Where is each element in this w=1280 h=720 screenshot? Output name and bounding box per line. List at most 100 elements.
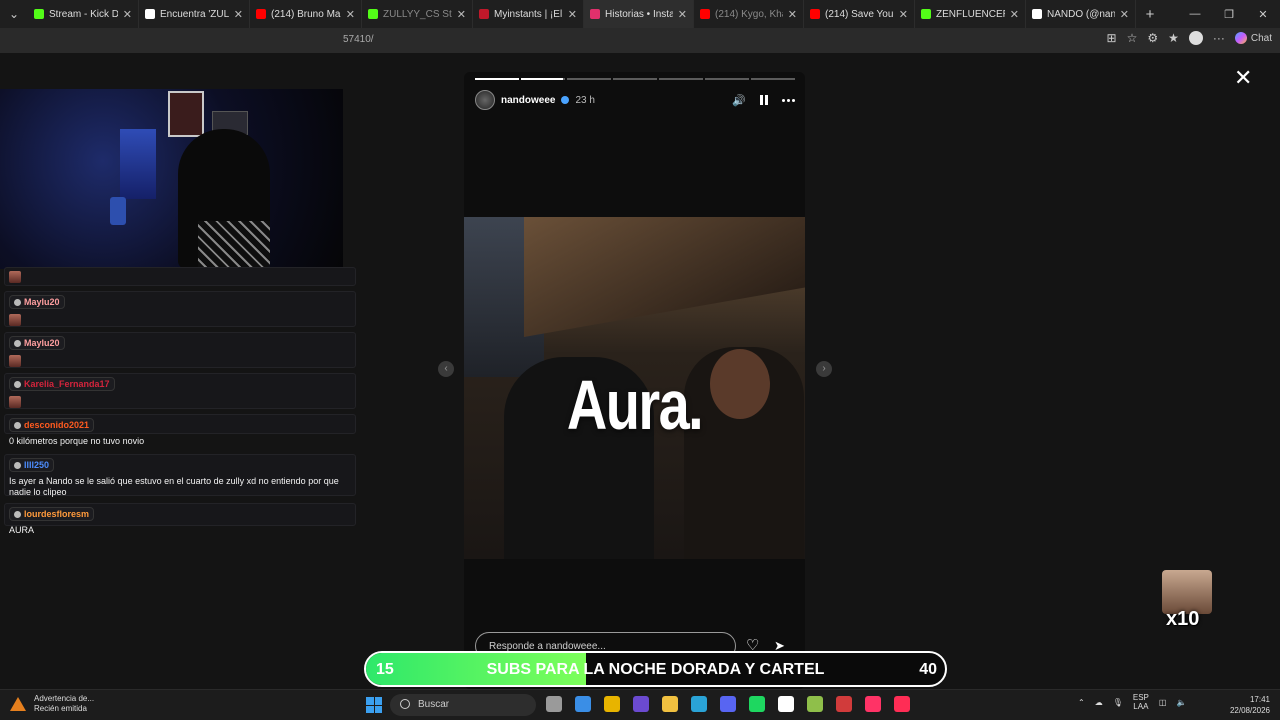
taskbar-clock[interactable]: 17:41 22/08/2026 [1230, 694, 1270, 716]
tab-close-icon[interactable]: ✕ [678, 8, 687, 21]
tab-close-icon[interactable]: ✕ [899, 8, 908, 21]
verified-badge-icon [561, 96, 570, 104]
tab-title: NANDO (@nandow [1047, 8, 1115, 20]
wifi-icon[interactable]: ◫ [1159, 698, 1167, 707]
chat-emote-icon [9, 354, 21, 367]
chat-username-text: Maylu20 [24, 338, 60, 348]
tab-close-icon[interactable]: ✕ [568, 8, 577, 21]
favorites-icon[interactable]: ★ [1168, 31, 1179, 45]
search-placeholder: Buscar [418, 699, 450, 710]
tab-favicon-icon [700, 9, 710, 19]
apps-icon[interactable]: ⊞ [1107, 31, 1117, 45]
browser-tab[interactable]: Encuentra 'ZULLY Y ✕ [139, 0, 250, 28]
story-progress-segment [659, 78, 703, 80]
webcam-monitor [120, 129, 156, 199]
speaker-icon[interactable]: 🔈 [1176, 698, 1186, 707]
taskbar-app-icon[interactable] [894, 696, 910, 712]
browser-tab[interactable]: Myinstants | ¡El sitio ✕ [473, 0, 584, 28]
tab-favicon-icon [368, 9, 378, 19]
story-time: 23 h [575, 94, 595, 106]
tab-close-icon[interactable]: ✕ [1010, 8, 1019, 21]
clock-time: 17:41 [1249, 695, 1270, 704]
story-viewer: nandoweee 23 h 🔊 Aura. Responde a nandow… [464, 72, 805, 689]
more-icon[interactable]: ··· [1213, 31, 1225, 45]
browser-tab[interactable]: ZENFLUENCER Strea ✕ [915, 0, 1026, 28]
chat-message-text: AURA [9, 524, 35, 535]
taskbar-app-icon[interactable] [691, 696, 707, 712]
story-controls: 🔊 [732, 94, 795, 107]
chat-badge-icon [14, 339, 21, 347]
keyboard-layout: LAA [1133, 702, 1149, 711]
chat-username[interactable]: lourdesfloresm [9, 507, 95, 521]
taskbar-search[interactable]: Buscar [390, 694, 536, 716]
browser-tab[interactable]: (214) Kygo, Khalid & ✕ [694, 0, 804, 28]
chat-username[interactable]: desconido2021 [9, 418, 95, 432]
volume-icon[interactable]: 🔊 [732, 94, 746, 107]
new-tab-button[interactable]: + [1136, 6, 1164, 23]
taskbar-app-icon[interactable] [749, 696, 765, 712]
system-tray: ⌃ ☁ 🎙 ESP LAA ◫ 🔈 [1078, 693, 1186, 711]
pause-icon[interactable] [760, 95, 768, 105]
microphone-icon[interactable]: 🎙 [1113, 698, 1123, 707]
copilot-chat-button[interactable]: Chat [1234, 32, 1272, 44]
taskbar-app-icon[interactable] [662, 696, 678, 712]
chat-username-text: desconido2021 [24, 420, 90, 430]
taskbar-app-icon[interactable] [836, 696, 852, 712]
emote-multiplier: x10 [1166, 608, 1200, 630]
chat-message [4, 267, 356, 286]
windows-start-icon[interactable] [366, 697, 382, 713]
story-author-avatar[interactable] [475, 90, 495, 110]
chat-badge-icon [14, 510, 21, 518]
taskbar-app-icon[interactable] [865, 696, 881, 712]
taskbar-notification[interactable]: Advertencia de... Recién emitida [10, 694, 94, 714]
chat-username[interactable]: Karelia_Fernanda17 [9, 377, 115, 391]
browser-tab[interactable]: NANDO (@nandow ✕ [1026, 0, 1136, 28]
tab-close-icon[interactable]: ✕ [123, 8, 132, 21]
browser-tab[interactable]: (214) Save Your Tear ✕ [804, 0, 915, 28]
taskbar-app-icon[interactable] [575, 696, 591, 712]
tab-close-icon[interactable]: ✕ [457, 8, 466, 21]
tray-chevron-icon[interactable]: ⌃ [1078, 698, 1085, 707]
chat-username[interactable]: llll250 [9, 458, 55, 472]
chat-message: lourdesfloresm AURA [4, 503, 356, 535]
browser-tab[interactable]: (214) Bruno Mars - ✕ [250, 0, 362, 28]
favorite-star-icon[interactable]: ☆ [1127, 31, 1138, 45]
story-username[interactable]: nandoweee [501, 95, 555, 106]
taskbar-app-icon[interactable] [546, 696, 562, 712]
story-options-icon[interactable] [782, 98, 795, 102]
chat-username[interactable]: Maylu20 [9, 295, 65, 309]
taskbar-app-icon[interactable] [778, 696, 794, 712]
language-indicator[interactable]: ESP LAA [1133, 693, 1149, 711]
chat-username-text: lourdesfloresm [24, 509, 90, 519]
extension-icon[interactable]: ⚙ [1147, 31, 1158, 45]
next-story-icon[interactable]: › [816, 361, 832, 377]
tab-actions-menu-icon[interactable]: ⌄ [0, 0, 28, 28]
tab-close-icon[interactable]: ✕ [1120, 8, 1129, 21]
chat-badge-icon [14, 461, 21, 469]
chat-label: Chat [1250, 32, 1272, 44]
subs-goal-bar: 15 SUBS PARA LA NOCHE DORADA Y CARTEL 40 [364, 651, 947, 687]
minimize-icon[interactable]: — [1178, 8, 1212, 21]
profile-avatar[interactable] [1188, 31, 1203, 45]
tab-close-icon[interactable]: ✕ [234, 8, 243, 21]
tab-close-icon[interactable]: ✕ [346, 8, 355, 21]
close-story-icon[interactable]: ✕ [1234, 67, 1252, 89]
taskbar-app-icon[interactable] [807, 696, 823, 712]
close-window-icon[interactable]: ✕ [1246, 8, 1280, 21]
browser-tab[interactable]: Historias • Insta ✕ [584, 0, 694, 28]
chat-username[interactable]: Maylu20 [9, 336, 65, 350]
tab-favicon-icon [256, 9, 266, 19]
chat-message: Maylu20 [4, 291, 356, 327]
network-icon[interactable]: ☁ [1095, 698, 1103, 707]
taskbar-app-icon[interactable] [633, 696, 649, 712]
browser-tab[interactable]: ZULLYY_CS Stream ✕ [362, 0, 473, 28]
story-progress-segment [521, 78, 565, 80]
story-progress-segment [705, 78, 749, 80]
tab-close-icon[interactable]: ✕ [788, 8, 797, 21]
browser-tab[interactable]: Stream - Kick Dashb ✕ [28, 0, 139, 28]
url-text[interactable]: 57410/ [343, 34, 374, 45]
taskbar-app-icon[interactable] [604, 696, 620, 712]
taskbar-app-icon[interactable] [720, 696, 736, 712]
previous-story-icon[interactable]: ‹ [438, 361, 454, 377]
restore-icon[interactable]: ❐ [1212, 8, 1246, 21]
